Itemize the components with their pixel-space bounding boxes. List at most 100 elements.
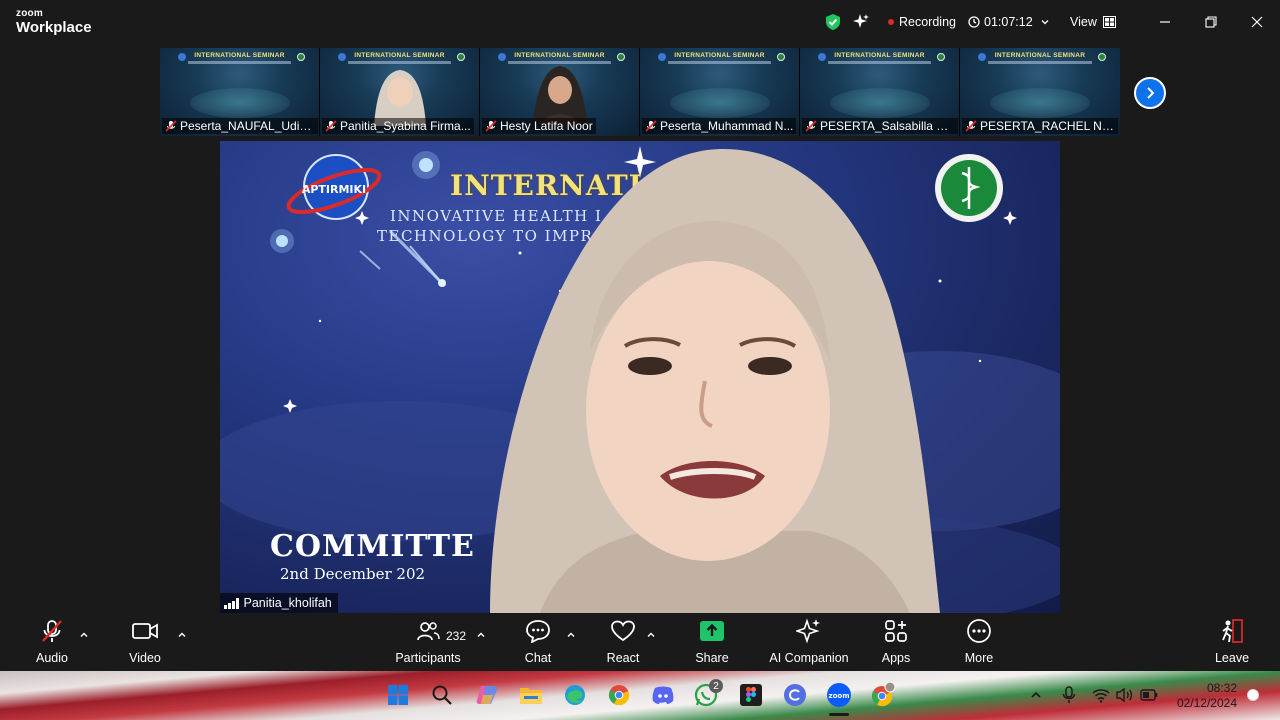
more-button[interactable]: More <box>959 613 999 671</box>
ai-sparkle-icon[interactable] <box>852 12 870 32</box>
title-bar: zoom Workplace Recording 01:07:12 View <box>0 0 1280 44</box>
leave-button[interactable]: Leave <box>1212 613 1252 671</box>
volume-icon[interactable] <box>1114 682 1136 708</box>
participant-name: PESERTA_Salsabilla Dy... <box>820 119 955 133</box>
chat-options-caret-icon[interactable] <box>566 630 576 640</box>
tile-background-glow <box>190 88 290 118</box>
participant-tile[interactable]: INTERNATIONAL SEMINAR Panitia_Syabina Fi… <box>320 48 480 136</box>
participants-label: Participants <box>395 651 461 665</box>
participant-tile[interactable]: INTERNATIONAL SEMINAR Hesty Latifa Noor <box>480 48 640 136</box>
participants-icon <box>417 622 440 641</box>
participant-tile[interactable]: INTERNATIONAL SEMINAR Peserta_NAUFAL_Udi… <box>160 48 320 136</box>
audio-button[interactable]: Audio <box>32 613 72 671</box>
share-label: Share <box>695 651 729 665</box>
active-app-indicator <box>829 713 849 716</box>
participant-nameplate: Hesty Latifa Noor <box>482 118 596 134</box>
recording-indicator[interactable]: Recording <box>888 12 956 32</box>
minimize-button[interactable] <box>1153 10 1177 34</box>
canva-icon[interactable] <box>782 682 808 708</box>
video-label: Video <box>129 651 161 665</box>
zoom-logo: zoom Workplace <box>16 9 92 36</box>
tile-slide-title: INTERNATIONAL SEMINAR <box>834 52 925 59</box>
view-label: View <box>1070 15 1097 29</box>
encryption-shield-icon[interactable] <box>824 12 842 32</box>
battery-icon[interactable] <box>1138 682 1160 708</box>
restore-icon <box>1205 16 1217 28</box>
participant-name: Panitia_Syabina Firma... <box>340 119 471 133</box>
edge-browser-icon[interactable] <box>562 682 588 708</box>
chevron-right-icon <box>1147 87 1155 99</box>
show-hidden-icons-chevron-icon[interactable] <box>1025 682 1047 708</box>
ai-companion-button[interactable]: AI Companion <box>768 613 850 671</box>
muted-mic-icon <box>645 120 657 132</box>
figma-icon[interactable] <box>738 682 764 708</box>
chat-button[interactable]: Chat <box>518 613 558 671</box>
participant-tile[interactable]: INTERNATIONAL SEMINAR PESERTA_RACHEL NAY… <box>960 48 1120 136</box>
participants-options-caret-icon[interactable] <box>476 630 486 640</box>
active-speaker-video[interactable]: APTIRMIKI INTERNATIO MINAR INNOVATIVE HE… <box>220 141 1060 613</box>
participant-strip: INTERNATIONAL SEMINAR Peserta_NAUFAL_Udi… <box>160 48 1120 136</box>
wifi-icon[interactable] <box>1090 682 1112 708</box>
audio-options-caret-icon[interactable] <box>79 630 89 640</box>
more-dots-icon <box>967 619 991 643</box>
file-explorer-icon[interactable] <box>518 682 544 708</box>
zoom-app-icon-text: zoom <box>829 692 850 700</box>
video-options-caret-icon[interactable] <box>177 630 187 640</box>
react-button[interactable]: React <box>603 613 643 671</box>
restore-button[interactable] <box>1199 10 1223 34</box>
microphone-tray-icon[interactable] <box>1058 682 1080 708</box>
tile-slide-subtitle <box>988 61 1092 64</box>
participant-tile[interactable]: INTERNATIONAL SEMINAR Peserta_Muhammad N… <box>640 48 800 136</box>
chat-label: Chat <box>524 651 552 665</box>
meeting-timer[interactable]: 01:07:12 <box>968 12 1050 32</box>
close-icon <box>1251 16 1263 28</box>
chevron-down-icon <box>1041 20 1049 25</box>
video-button[interactable]: Video <box>125 613 165 671</box>
leave-door-icon <box>1222 619 1243 643</box>
tile-slide-subtitle <box>828 61 931 64</box>
notification-bell-icon[interactable] <box>1244 682 1262 708</box>
university-logo-icon <box>617 53 625 61</box>
participant-tile[interactable]: INTERNATIONAL SEMINAR PESERTA_Salsabilla… <box>800 48 960 136</box>
next-page-button[interactable] <box>1134 77 1166 109</box>
university-logo-icon <box>1098 53 1106 61</box>
share-button[interactable]: Share <box>692 613 732 671</box>
university-logo-icon <box>777 53 785 61</box>
participant-nameplate: Panitia_Syabina Firma... <box>322 118 474 134</box>
participant-nameplate: PESERTA_RACHEL NAY... <box>962 118 1118 134</box>
tile-slide-subtitle <box>188 61 291 64</box>
aptirmiki-logo: APTIRMIKI <box>286 154 382 220</box>
discord-icon[interactable] <box>650 682 676 708</box>
tile-slide-title: INTERNATIONAL SEMINAR <box>674 52 765 59</box>
search-icon[interactable] <box>429 682 455 708</box>
audio-label: Audio <box>36 651 68 665</box>
university-logo-icon <box>937 53 945 61</box>
taskbar-clock[interactable]: 08:32 02/12/2024 <box>1177 681 1237 711</box>
apps-grid-icon <box>885 620 907 642</box>
leave-label: Leave <box>1214 651 1250 665</box>
clock-date: 02/12/2024 <box>1176 696 1237 710</box>
logo-line2: Workplace <box>16 19 92 36</box>
muted-mic-icon <box>805 120 817 132</box>
windows-start-icon[interactable] <box>385 682 411 708</box>
react-options-caret-icon[interactable] <box>646 630 656 640</box>
participants-count: 232 <box>446 629 467 643</box>
muted-mic-icon <box>965 120 977 132</box>
chrome-browser-icon[interactable] <box>606 682 632 708</box>
speaker-name: Panitia_kholifah <box>243 596 332 610</box>
zoom-window: zoom Workplace Recording 01:07:12 View I… <box>0 0 1280 720</box>
tile-background-glow <box>990 88 1090 118</box>
copilot-icon[interactable] <box>474 682 500 708</box>
recording-dot-icon <box>888 19 894 25</box>
clock-icon <box>968 16 980 28</box>
close-button[interactable] <box>1245 10 1269 34</box>
grid-view-icon <box>1102 16 1116 28</box>
aptirmiki-logo-text: APTIRMIKI <box>302 183 366 196</box>
speaker-nameplate: Panitia_kholifah <box>220 593 338 613</box>
tile-background-glow <box>670 88 770 118</box>
view-button[interactable]: View <box>1070 12 1116 32</box>
zoom-app-icon[interactable]: zoom <box>826 682 852 716</box>
chrome-profile-icon[interactable] <box>870 682 896 708</box>
whatsapp-icon[interactable]: 2 <box>694 679 723 708</box>
apps-button[interactable]: Apps <box>876 613 916 671</box>
